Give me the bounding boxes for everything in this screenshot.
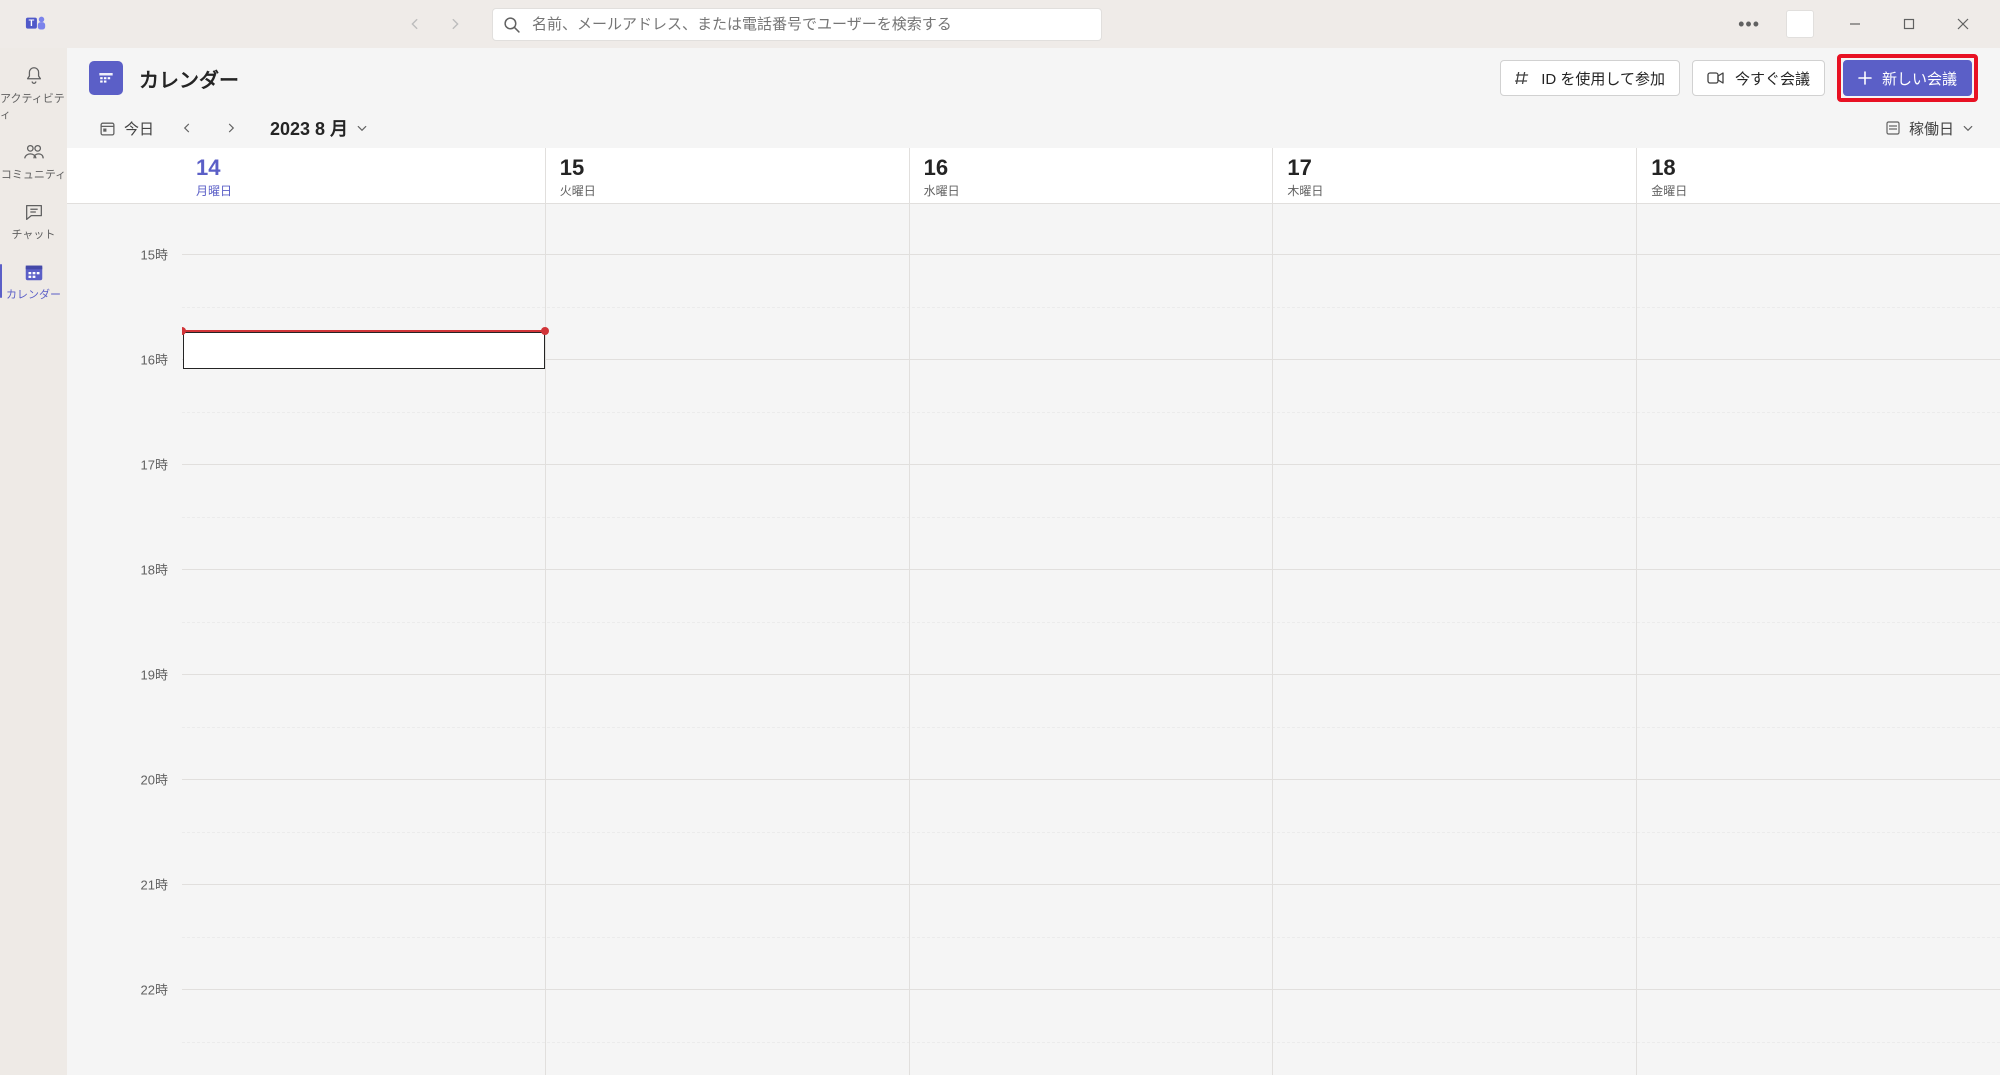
day-column[interactable]: [909, 204, 1273, 1075]
rail-calendar[interactable]: カレンダー: [0, 254, 67, 308]
day-number: 14: [196, 156, 531, 180]
time-label: 18時: [141, 560, 168, 579]
window-minimize-button[interactable]: [1832, 8, 1878, 40]
toolbar-left: 今日 2023 8 月: [93, 112, 368, 144]
bell-icon: [22, 64, 46, 88]
chevron-down-icon: [356, 122, 368, 134]
calendar-header: カレンダー ID を使用して参加 今すぐ会議 新しい会議: [67, 48, 2000, 108]
time-label: 17時: [141, 455, 168, 474]
window-close-button[interactable]: [1940, 8, 1986, 40]
days-header: 14 月曜日 15 火曜日 16 水曜日 17 木曜日 18 金曜日: [182, 148, 2000, 204]
day-name: 金曜日: [1651, 182, 1986, 199]
hash-icon: [1515, 70, 1531, 86]
calendar-toolbar: 今日 2023 8 月 稼働日: [67, 108, 2000, 148]
view-mode-label: 稼働日: [1909, 118, 1954, 139]
next-week-button[interactable]: [214, 112, 248, 144]
page-title: カレンダー: [139, 64, 239, 93]
app-logo-area: T: [10, 12, 62, 36]
join-with-id-button[interactable]: ID を使用して参加: [1500, 60, 1680, 96]
time-label: 20時: [141, 770, 168, 789]
days-column: 14 月曜日 15 火曜日 16 水曜日 17 木曜日 18 金曜日: [182, 148, 2000, 1075]
selected-time-slot[interactable]: [183, 332, 545, 369]
history-nav: [62, 7, 472, 41]
main-area: カレンダー ID を使用して参加 今すぐ会議 新しい会議: [67, 48, 2000, 1075]
today-label: 今日: [124, 118, 154, 139]
day-name: 木曜日: [1287, 182, 1622, 199]
current-time-indicator: [182, 330, 545, 332]
time-label: 21時: [141, 875, 168, 894]
list-icon: [1885, 120, 1901, 136]
join-with-id-label: ID を使用して参加: [1541, 68, 1665, 89]
grid-cols: [182, 204, 2000, 1075]
calendar-header-actions: ID を使用して参加 今すぐ会議 新しい会議: [1500, 54, 1978, 102]
time-label: 22時: [141, 980, 168, 999]
teams-logo-icon: T: [24, 12, 48, 36]
rail-label: アクティビティ: [0, 90, 67, 122]
day-column[interactable]: [1636, 204, 2000, 1075]
day-header[interactable]: 18 金曜日: [1636, 148, 2000, 203]
new-meeting-label: 新しい会議: [1882, 68, 1957, 89]
titlebar-right: •••: [1730, 8, 1990, 41]
calendar-grid: 15時 16時 17時 18時 19時 20時 21時 22時 14 月曜日 15 火曜日 16 水曜日…: [67, 148, 2000, 1075]
search-area: [492, 8, 1102, 41]
more-icon[interactable]: •••: [1730, 8, 1768, 41]
search-input[interactable]: [532, 16, 1091, 33]
days-body: [182, 204, 2000, 1075]
month-selector[interactable]: 2023 8 月: [270, 115, 368, 141]
day-column[interactable]: [1272, 204, 1636, 1075]
people-icon: [22, 140, 46, 164]
today-icon: [99, 120, 116, 137]
history-forward-button[interactable]: [438, 7, 472, 41]
day-number: 17: [1287, 156, 1622, 180]
rail-chat[interactable]: チャット: [0, 194, 67, 248]
left-nav-rail: アクティビティ コミュニティ チャット カレンダー: [0, 48, 67, 1075]
meet-now-button[interactable]: 今すぐ会議: [1692, 60, 1825, 96]
calendar-title-icon: [89, 61, 123, 95]
avatar[interactable]: [1786, 10, 1814, 38]
rail-label: コミュニティ: [1, 166, 66, 182]
day-number: 15: [560, 156, 895, 180]
chat-icon: [22, 200, 46, 224]
day-header[interactable]: 15 火曜日: [545, 148, 909, 203]
rail-communities[interactable]: コミュニティ: [0, 134, 67, 188]
window-maximize-button[interactable]: [1886, 8, 1932, 40]
rail-label: カレンダー: [6, 286, 61, 302]
new-meeting-highlight: 新しい会議: [1837, 54, 1978, 102]
today-button[interactable]: 今日: [93, 114, 160, 143]
calendar-icon: [22, 260, 46, 284]
day-header[interactable]: 17 木曜日: [1272, 148, 1636, 203]
day-number: 16: [924, 156, 1259, 180]
time-label: 16時: [141, 350, 168, 369]
day-name: 水曜日: [924, 182, 1259, 199]
day-header[interactable]: 14 月曜日: [182, 148, 545, 203]
day-header[interactable]: 16 水曜日: [909, 148, 1273, 203]
plus-icon: [1858, 71, 1872, 85]
day-name: 火曜日: [560, 182, 895, 199]
svg-text:T: T: [29, 18, 35, 28]
month-label: 2023 8 月: [270, 115, 348, 141]
time-label: 19時: [141, 665, 168, 684]
search-box[interactable]: [492, 8, 1102, 41]
new-meeting-button[interactable]: 新しい会議: [1843, 60, 1972, 96]
history-back-button[interactable]: [398, 7, 432, 41]
day-number: 18: [1651, 156, 1986, 180]
meet-now-label: 今すぐ会議: [1735, 68, 1810, 89]
titlebar: T •••: [0, 0, 2000, 48]
time-label: 15時: [141, 245, 168, 264]
prev-week-button[interactable]: [170, 112, 204, 144]
time-col-spacer: [67, 148, 182, 204]
day-name: 月曜日: [196, 182, 531, 199]
rail-label: チャット: [12, 226, 56, 242]
video-icon: [1707, 70, 1725, 86]
chevron-down-icon: [1962, 122, 1974, 134]
view-mode-selector[interactable]: 稼働日: [1885, 118, 1974, 139]
rail-activity[interactable]: アクティビティ: [0, 58, 67, 128]
time-column: 15時 16時 17時 18時 19時 20時 21時 22時: [67, 148, 182, 1075]
day-column[interactable]: [545, 204, 909, 1075]
day-column[interactable]: [182, 204, 545, 1075]
search-icon: [503, 16, 520, 33]
